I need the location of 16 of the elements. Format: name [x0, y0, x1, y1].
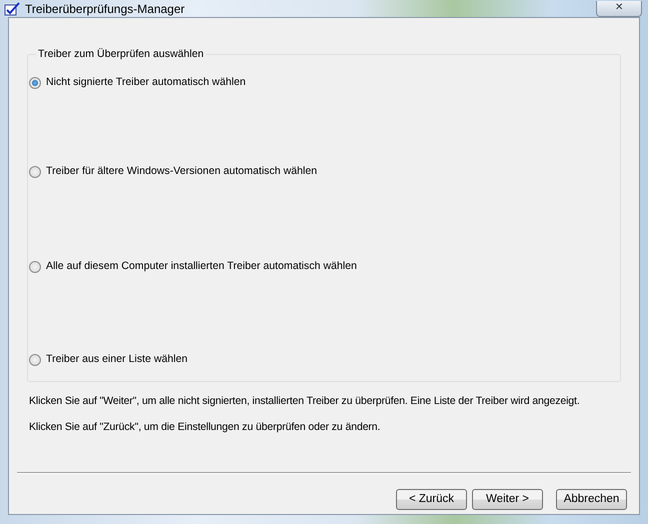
next-button[interactable]: Weiter > — [472, 488, 543, 510]
instruction-text: Klicken Sie auf "Weiter", um alle nicht signierten, installierten Treiber zu überprüfen. Eine Liste der Treiber wird angezeigt. — [29, 394, 581, 409]
window-title: Treiberüberprüfungs-Manager — [25, 0, 185, 18]
checklist-icon — [4, 2, 20, 16]
close-button[interactable]: ✕ — [596, 0, 642, 16]
instruction-text: Klicken Sie auf "Zurück", um die Einstellungen zu überprüfen oder zu ändern. — [29, 420, 382, 435]
option-label[interactable]: Treiber aus einer Liste wählen — [46, 352, 188, 368]
option-label[interactable]: Nicht signierte Treiber automatisch wählen — [46, 75, 246, 91]
cancel-button[interactable]: Abbrechen — [556, 488, 627, 510]
radio-button[interactable] — [29, 354, 41, 366]
option-label[interactable]: Treiber für ältere Windows-Versionen automatisch wählen — [46, 164, 318, 180]
radio-button[interactable] — [29, 166, 41, 178]
option-label[interactable]: Alle auf diesem Computer installierten Treiber automatisch wählen — [46, 258, 357, 275]
back-button[interactable]: < Zurück — [396, 488, 467, 510]
radio-button[interactable] — [29, 260, 41, 273]
radio-button[interactable] — [29, 76, 41, 89]
